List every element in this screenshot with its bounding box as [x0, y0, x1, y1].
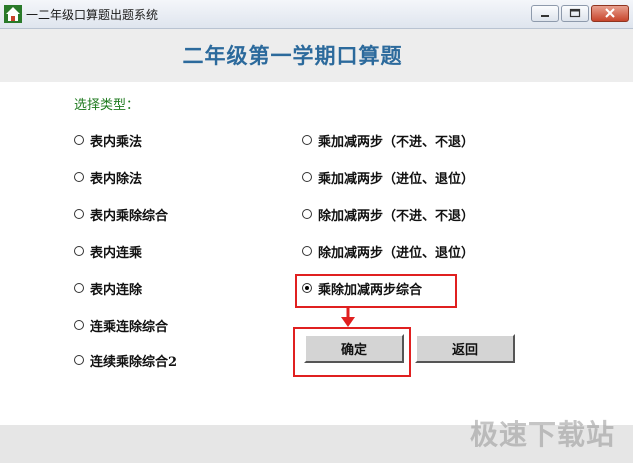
radio-button[interactable] [74, 283, 84, 293]
option-label: 乘除加减两步综合 [318, 282, 423, 298]
option-mult-add-sub-no-carry[interactable]: 乘加减两步（不进、不退） [302, 130, 474, 150]
option-table-mult-div-mixed[interactable]: 表内乘除综合 [74, 204, 168, 224]
option-label: 表内乘除综合 [90, 208, 169, 224]
radio-button[interactable] [74, 355, 84, 365]
option-div-add-sub-no-carry[interactable]: 除加减两步（不进、不退） [302, 204, 474, 224]
option-label: 表内乘法 [90, 134, 143, 150]
option-table-multiplication[interactable]: 表内乘法 [74, 130, 142, 150]
option-table-chain-multiplication[interactable]: 表内连乘 [74, 241, 142, 261]
radio-button[interactable] [74, 172, 84, 182]
option-label: 除加减两步（不进、不退） [318, 208, 475, 224]
radio-button[interactable] [74, 320, 84, 330]
title-bar: 一二年级口算题出题系统 [0, 0, 633, 29]
site-watermark: 极速下载站 [469, 418, 615, 451]
option-label: 乘加减两步（不进、不退） [318, 134, 475, 150]
option-label: 除加减两步（进位、退位） [318, 245, 475, 261]
option-label: 乘加减两步（进位、退位） [318, 171, 475, 187]
type-section-label: 选择类型： [74, 98, 140, 113]
option-chain-mult-div-mixed[interactable]: 连乘连除综合 [74, 315, 168, 335]
option-label: 连续乘除综合2 [90, 354, 178, 370]
option-table-chain-division[interactable]: 表内连除 [74, 278, 142, 298]
confirm-button[interactable]: 确定 [304, 334, 404, 363]
option-continuous-mult-div-mixed-2[interactable]: 连续乘除综合2 [74, 350, 177, 370]
radio-button[interactable] [74, 135, 84, 145]
house-icon [4, 5, 22, 23]
radio-button[interactable] [302, 246, 312, 256]
radio-button[interactable] [302, 172, 312, 182]
option-label: 连乘连除综合 [90, 319, 169, 335]
app-window: 一二年级口算题出题系统 二年级第一学期口算题 选择类型： 表内乘法 表内除法 表… [0, 0, 633, 463]
radio-button[interactable] [302, 135, 312, 145]
arrow-down-icon [341, 306, 355, 327]
minimize-button[interactable] [531, 5, 559, 22]
option-label: 表内连乘 [90, 245, 143, 261]
page-title: 二年级第一学期口算题 [182, 43, 403, 68]
option-table-division[interactable]: 表内除法 [74, 167, 142, 187]
header-band: 二年级第一学期口算题 [0, 29, 633, 82]
bottom-band: 极速下载站 [0, 418, 633, 463]
option-mult-add-sub-carry[interactable]: 乘加减两步（进位、退位） [302, 167, 474, 187]
close-button[interactable] [591, 5, 629, 22]
radio-button-checked[interactable] [302, 283, 312, 293]
option-label: 表内除法 [90, 171, 143, 187]
window-title: 一二年级口算题出题系统 [26, 8, 159, 22]
radio-button[interactable] [302, 209, 312, 219]
maximize-button[interactable] [561, 5, 589, 22]
option-label: 表内连除 [90, 282, 143, 298]
close-icon [605, 8, 615, 18]
option-mult-div-add-sub-mixed[interactable]: 乘除加减两步综合 [302, 278, 422, 298]
radio-button[interactable] [74, 209, 84, 219]
option-div-add-sub-carry[interactable]: 除加减两步（进位、退位） [302, 241, 474, 261]
radio-button[interactable] [74, 246, 84, 256]
maximize-icon [569, 8, 581, 18]
back-button[interactable]: 返回 [415, 334, 515, 363]
minimize-icon [541, 15, 549, 17]
